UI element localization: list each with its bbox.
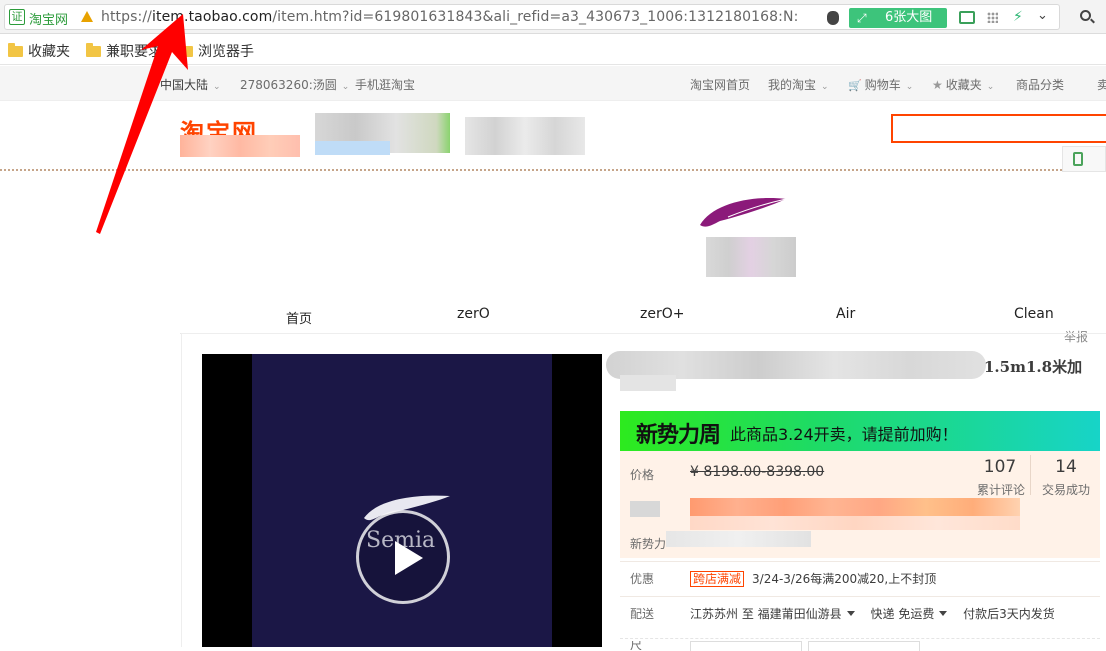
discount-label: 优惠 xyxy=(630,572,655,586)
product-video[interactable]: Semia xyxy=(202,354,602,647)
cross-store-coupon-badge[interactable]: 跨店满减 xyxy=(690,571,745,587)
caret-down-icon xyxy=(846,611,855,616)
bookmarks-bar: 收藏夹 兼职要求 浏览器手 xyxy=(0,35,1106,65)
shop-nav-air[interactable]: Air xyxy=(836,306,855,322)
cart-icon: 🛒 xyxy=(848,79,862,92)
ship-to-selector[interactable]: 福建莆田仙游县 xyxy=(758,607,867,621)
ship-time: 付款后3天内发货 xyxy=(963,607,1055,621)
size-option[interactable] xyxy=(808,641,920,651)
brand-logo[interactable] xyxy=(698,193,818,283)
sales-label: 交易成功 xyxy=(1041,483,1090,497)
cart-menu[interactable]: 🛒 购物车 ⌄ xyxy=(848,76,913,93)
grid-icon[interactable] xyxy=(987,12,998,23)
size-label: 尺 xyxy=(630,641,643,650)
taobao-logo[interactable]: 淘宝网 xyxy=(180,113,300,157)
new-power-label: 新势力 xyxy=(630,537,667,551)
bookmark-folder-parttime[interactable]: 兼职要求 xyxy=(86,41,162,60)
folder-icon xyxy=(8,43,23,57)
original-price: ¥ 8198.00-8398.00 xyxy=(690,464,825,480)
view-big-images-button[interactable]: ⤢ 6张大图 xyxy=(849,8,947,28)
extension-icon[interactable] xyxy=(959,11,975,24)
shipping-value: 江苏苏州 至 福建莆田仙游县 快递 免运费 付款后3天内发货 xyxy=(690,605,1055,622)
taobao-top-nav: 中国大陆 ⌄ 278063260:汤圆 ⌄ 手机逛淘宝 淘宝网首页 我的淘宝 ⌄ 🛒 购… xyxy=(0,66,1106,101)
promo-message: 此商品3.24开卖，请提前加购！ xyxy=(730,425,958,444)
chevron-down-icon: ⌄ xyxy=(341,82,350,92)
discount-row: 优惠 跨店满减 3/24-3/26每满200减20,上不封顶 xyxy=(620,561,1100,591)
mobile-taobao-link[interactable]: 手机逛淘宝 xyxy=(355,76,415,93)
site-header: 淘宝网 xyxy=(0,101,1106,172)
shop-nav-zero[interactable]: zerO xyxy=(457,306,490,322)
sales-count: 14 xyxy=(1055,457,1077,477)
play-button[interactable] xyxy=(356,510,450,604)
discount-value: 跨店满减 3/24-3/26每满200减20,上不封顶 xyxy=(690,570,936,587)
shop-nav-home[interactable]: 首页 xyxy=(286,308,312,327)
my-taobao-menu[interactable]: 我的淘宝 ⌄ xyxy=(768,76,829,93)
product-title-tail: 1.5m1.8米加 xyxy=(984,358,1083,376)
ship-from: 江苏苏州 至 xyxy=(690,607,754,621)
ship-method-selector[interactable]: 快递 免运费 xyxy=(871,607,960,621)
shop-nav-clean[interactable]: Clean xyxy=(1014,306,1054,322)
stats-box: 107 累计评论 14 交易成功 xyxy=(970,451,1100,497)
shield-icon[interactable] xyxy=(827,11,839,25)
chevron-down-icon: ⌄ xyxy=(986,82,995,92)
bolt-icon[interactable]: ⚡ xyxy=(1013,9,1023,25)
bookmark-folder-favorites[interactable]: 收藏夹 xyxy=(8,41,70,60)
taobao-home-link[interactable]: 淘宝网首页 xyxy=(690,76,750,93)
warning-icon[interactable] xyxy=(81,11,93,22)
seller-menu[interactable]: 卖 xyxy=(1097,76,1106,93)
promo-price-blurred xyxy=(630,501,660,517)
feather-icon xyxy=(700,198,787,227)
chevron-down-icon: ⌄ xyxy=(905,82,914,92)
chevron-down-icon: ⌄ xyxy=(821,82,829,92)
shipping-row: 配送 江苏苏州 至 福建莆田仙游县 快递 免运费 付款后3天内发货 xyxy=(620,596,1100,626)
taobao-search-input[interactable] xyxy=(891,114,1106,143)
url-text[interactable]: https://item.taobao.com/item.htm?id=6198… xyxy=(101,9,798,25)
big-images-label: 6张大图 xyxy=(885,10,933,25)
bookmark-folder-browser[interactable]: 浏览器手 xyxy=(178,41,254,60)
categories-link[interactable]: 商品分类 xyxy=(1016,76,1064,93)
shop-nav: 首页 zerO zerO+ Air Clean xyxy=(180,300,1106,334)
promo-banner: 新势力周 此商品3.24开卖，请提前加购！ xyxy=(620,411,1100,451)
user-menu[interactable]: 278063260:汤圆 ⌄ xyxy=(240,76,349,93)
price-label: 价格 xyxy=(630,468,655,482)
price-panel: 价格 ¥ 8198.00-8398.00 107 累计评论 14 交易成功 新势… xyxy=(620,451,1100,558)
expand-icon: ⤢ xyxy=(857,11,867,25)
shop-nav-zero-plus[interactable]: zerO+ xyxy=(640,306,684,322)
star-icon: ★ xyxy=(932,78,943,92)
reviews-count[interactable]: 107 xyxy=(970,457,1030,477)
chevron-down-icon[interactable]: ⌄ xyxy=(1037,8,1048,23)
size-row: 尺 xyxy=(620,638,1100,651)
verified-icon[interactable]: 证 xyxy=(9,9,25,25)
shipping-label: 配送 xyxy=(630,607,655,621)
phone-icon xyxy=(1073,152,1083,166)
caret-down-icon xyxy=(939,611,948,616)
browser-search-button[interactable] xyxy=(1072,4,1106,30)
mobile-view-button[interactable] xyxy=(1062,146,1106,172)
region-selector[interactable]: 中国大陆 ⌄ xyxy=(160,76,221,93)
folder-icon xyxy=(178,43,193,57)
site-name[interactable]: 淘宝网 xyxy=(29,9,68,28)
favorites-menu[interactable]: ★ 收藏夹 ⌄ xyxy=(932,76,994,93)
size-option[interactable] xyxy=(690,641,802,651)
promo-tag: 新势力周 xyxy=(636,423,721,448)
folder-icon xyxy=(86,43,101,57)
browser-address-bar: 证 淘宝网 https://item.taobao.com/item.htm?i… xyxy=(0,0,1106,34)
promo-price-bar-blurred xyxy=(690,498,1020,516)
chevron-down-icon: ⌄ xyxy=(213,82,221,92)
url-field[interactable]: 证 淘宝网 https://item.taobao.com/item.htm?i… xyxy=(4,4,1060,30)
shop-name-blurred xyxy=(465,117,585,155)
reviews-label: 累计评论 xyxy=(976,483,1025,497)
